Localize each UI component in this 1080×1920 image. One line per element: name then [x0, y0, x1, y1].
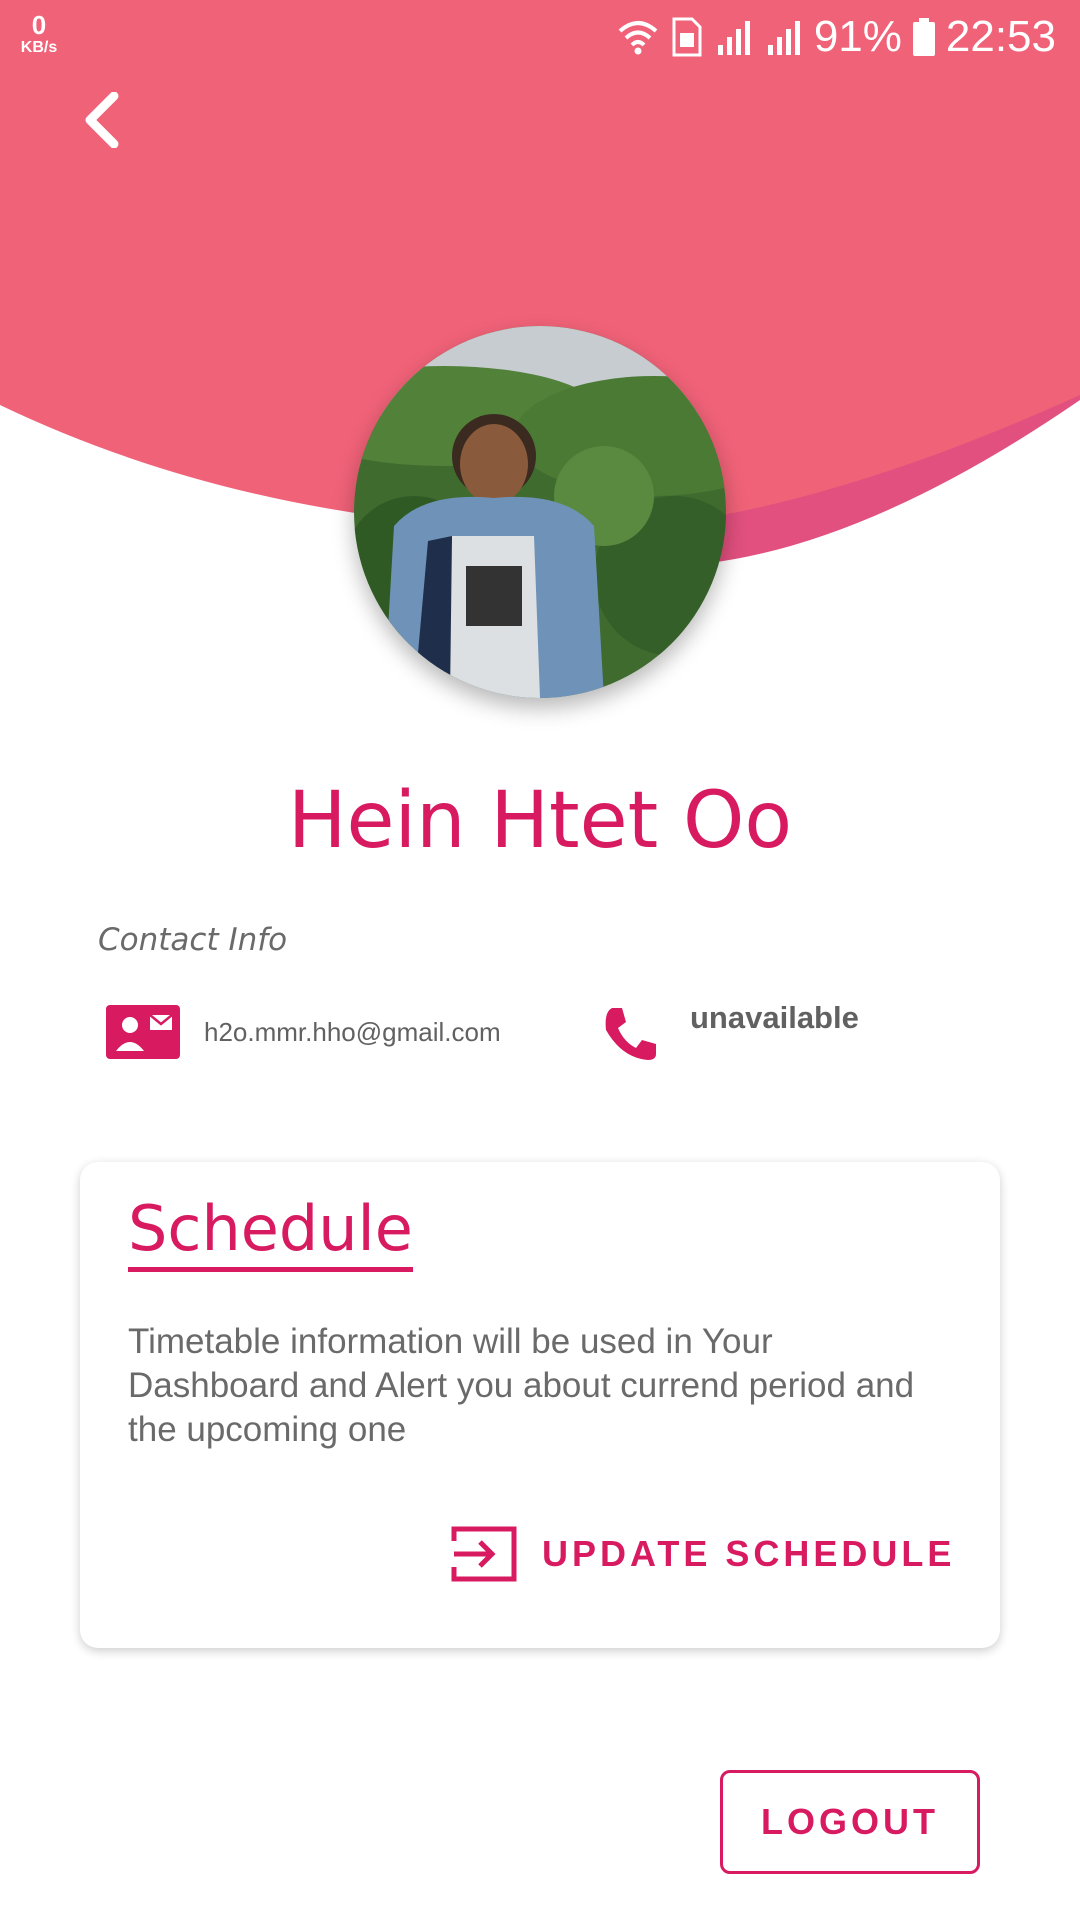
status-bar: 0 KB/s 91% 22:53 [0, 0, 1080, 76]
contact-card-icon [106, 1005, 180, 1059]
profile-photo [354, 326, 726, 698]
logout-label: LOGOUT [761, 1801, 939, 1842]
update-schedule-button[interactable]: UPDATE SCHEDULE [450, 1514, 955, 1594]
schedule-card: Schedule Timetable information will be u… [80, 1162, 1000, 1648]
login-icon [451, 1526, 517, 1582]
network-speed-unit: KB/s [20, 39, 58, 56]
sim-icon [672, 17, 702, 57]
schedule-title: Schedule [128, 1192, 413, 1272]
update-schedule-label: UPDATE SCHEDULE [542, 1533, 956, 1574]
clock: 22:53 [945, 12, 1056, 61]
email-address: h2o.mmr.hho@gmail.com [204, 1016, 501, 1047]
logout-button[interactable]: LOGOUT [720, 1770, 980, 1874]
signal-icon [767, 21, 800, 55]
profile-name: Hein Htet Oo [287, 776, 793, 866]
chevron-left-icon [85, 92, 119, 148]
back-button[interactable] [70, 88, 134, 152]
contact-info-title: Contact Info [98, 922, 288, 958]
network-speed: 0 KB/s [14, 12, 64, 56]
battery-icon [912, 18, 935, 56]
network-speed-value: 0 [31, 10, 47, 40]
signal-icon [717, 21, 750, 55]
status-icons: 91% 22:53 [616, 12, 1056, 62]
wifi-icon [618, 21, 658, 55]
schedule-description: Timetable information will be used in Yo… [128, 1322, 915, 1449]
email-row[interactable]: h2o.mmr.hho@gmail.com [106, 1002, 501, 1062]
avatar[interactable] [354, 326, 726, 698]
battery-percent: 91% [813, 12, 902, 61]
phone-icon [605, 1008, 656, 1060]
phone-number: unavailable [690, 1000, 859, 1035]
